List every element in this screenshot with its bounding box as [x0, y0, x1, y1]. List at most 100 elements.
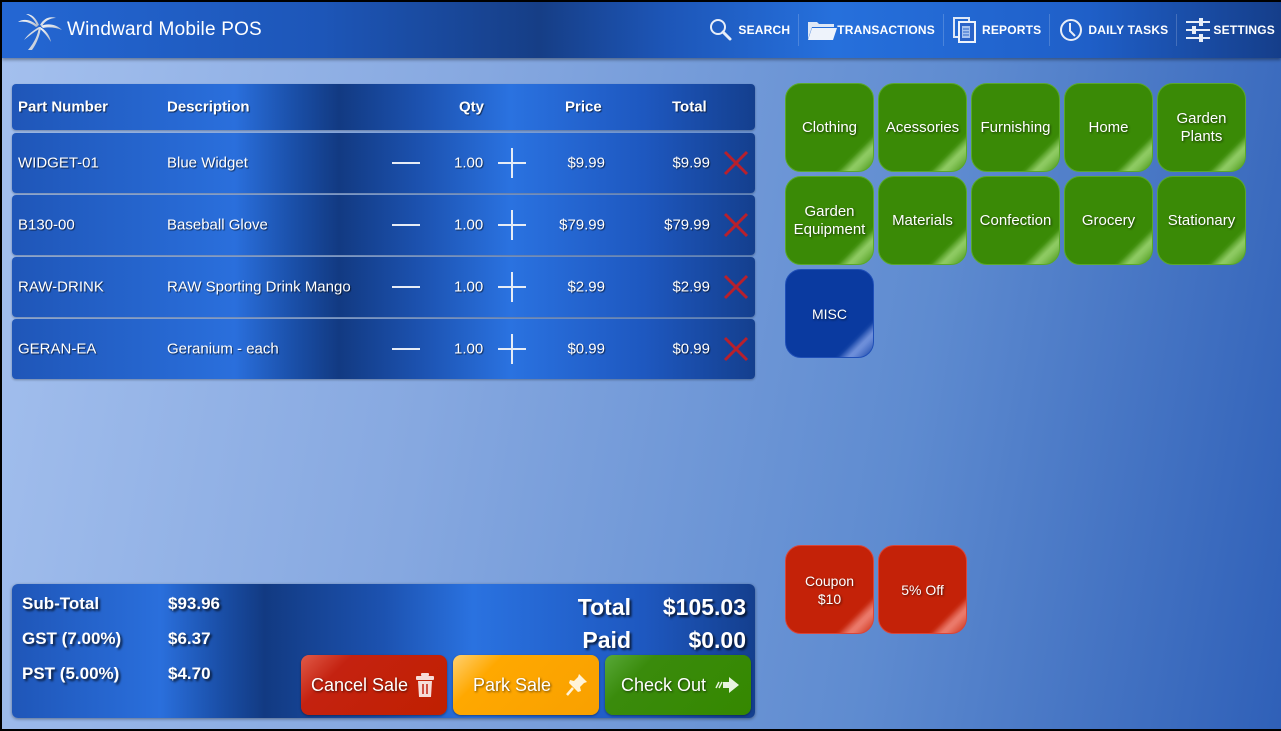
close-icon [723, 336, 749, 362]
minus-icon [392, 348, 420, 350]
quantity: 1.00 [454, 216, 484, 234]
category-home[interactable]: Home [1064, 83, 1153, 172]
nav-reports[interactable]: REPORTS [944, 12, 1049, 48]
arrow-right-icon [715, 677, 739, 693]
part-number: GERAN-EA [18, 340, 97, 358]
col-part-number: Part Number [18, 98, 109, 116]
remove-item-button[interactable] [723, 212, 749, 238]
table-row[interactable]: GERAN-EA Geranium - each 1.00 $0.99 $0.9… [12, 319, 755, 379]
nav-reports-label: REPORTS [981, 23, 1042, 37]
category-grocery[interactable]: Grocery [1064, 176, 1153, 265]
cancel-sale-label: Cancel Sale [311, 674, 409, 695]
palm-tree-icon [18, 14, 62, 50]
table-row[interactable]: RAW-DRINK RAW Sporting Drink Mango 1.00 … [12, 257, 755, 317]
description: RAW Sporting Drink Mango [167, 278, 351, 296]
total-value: $105.03 [662, 594, 746, 620]
col-description: Description [167, 98, 250, 116]
part-number: B130-00 [18, 216, 75, 234]
nav-settings[interactable]: SETTINGS [1177, 12, 1275, 48]
category-clothing[interactable]: Clothing [785, 83, 874, 172]
decrease-qty-button[interactable] [392, 277, 422, 297]
table-header: Part Number Description Qty Price Total [12, 84, 755, 130]
park-sale-label: Park Sale [473, 674, 552, 695]
sliders-icon [1185, 17, 1211, 43]
increase-qty-button[interactable] [498, 210, 528, 240]
price: $2.99 [567, 278, 605, 296]
discount-5-percent[interactable]: 5% Off [878, 545, 967, 634]
increase-qty-button[interactable] [498, 334, 528, 364]
folder-icon [807, 17, 838, 43]
decrease-qty-button[interactable] [392, 215, 422, 235]
nav-search-label: SEARCH [738, 23, 791, 37]
discount-coupon-10[interactable]: Coupon $10 [785, 545, 874, 634]
increase-qty-button[interactable] [498, 148, 528, 178]
nav-transactions-label: TRANSACTIONS [837, 23, 935, 37]
description: Baseball Glove [167, 216, 268, 234]
line-total: $79.99 [664, 216, 710, 234]
minus-icon [392, 162, 420, 164]
clock-icon [1058, 17, 1084, 43]
part-number: RAW-DRINK [18, 278, 104, 296]
price: $79.99 [559, 216, 605, 234]
price: $0.99 [567, 340, 605, 358]
line-total: $2.99 [672, 278, 710, 296]
subtotal-value: $93.96 [168, 594, 220, 613]
category-confection[interactable]: Confection [971, 176, 1060, 265]
category-garden-equipment[interactable]: Garden Equipment [785, 176, 874, 265]
increase-qty-button[interactable] [498, 272, 528, 302]
nav-transactions[interactable]: TRANSACTIONS [799, 12, 943, 48]
table-row[interactable]: B130-00 Baseball Glove 1.00 $79.99 $79.9… [12, 195, 755, 255]
paid-label: Paid [582, 627, 631, 653]
pushpin-icon [566, 674, 587, 696]
app-title: Windward Mobile POS [67, 19, 262, 40]
reports-icon [952, 17, 978, 43]
nav-search[interactable]: SEARCH [700, 12, 798, 48]
app-header: Windward Mobile POS SEARCH TRANSACTIONS [2, 2, 1281, 58]
description: Geranium - each [167, 340, 279, 358]
category-materials[interactable]: Materials [878, 176, 967, 265]
col-total: Total [672, 98, 707, 116]
decrease-qty-button[interactable] [392, 339, 422, 359]
quantity: 1.00 [454, 154, 484, 172]
check-out-button[interactable]: Check Out [605, 655, 751, 715]
trash-icon [416, 673, 434, 697]
remove-item-button[interactable] [723, 274, 749, 300]
category-furnishing[interactable]: Furnishing [971, 83, 1060, 172]
search-icon [708, 17, 734, 43]
col-price: Price [565, 98, 602, 116]
nav-settings-label: SETTINGS [1213, 23, 1275, 37]
pos-app: Windward Mobile POS SEARCH TRANSACTIONS [2, 2, 1281, 729]
gst-label: GST (7.00%) [22, 629, 122, 648]
close-icon [723, 150, 749, 176]
quantity: 1.00 [454, 278, 484, 296]
line-total: $0.99 [672, 340, 710, 358]
description: Blue Widget [167, 154, 248, 172]
close-icon [723, 274, 749, 300]
table-row[interactable]: WIDGET-01 Blue Widget 1.00 $9.99 $9.99 [12, 133, 755, 193]
decrease-qty-button[interactable] [392, 153, 422, 173]
remove-item-button[interactable] [723, 150, 749, 176]
check-out-label: Check Out [621, 674, 707, 695]
total-label: Total [577, 594, 631, 620]
remove-item-button[interactable] [723, 336, 749, 362]
category-stationary[interactable]: Stationary [1157, 176, 1246, 265]
minus-icon [392, 224, 420, 226]
category-misc[interactable]: MISC [785, 269, 874, 358]
nav-daily-tasks[interactable]: DAILY TASKS [1050, 12, 1176, 48]
nav-daily-tasks-label: DAILY TASKS [1088, 23, 1169, 37]
pst-value: $4.70 [168, 664, 211, 683]
part-number: WIDGET-01 [18, 154, 99, 172]
park-sale-button[interactable]: Park Sale [453, 655, 599, 715]
price: $9.99 [567, 154, 605, 172]
pst-label: PST (5.00%) [22, 664, 120, 683]
gst-value: $6.37 [168, 629, 211, 648]
sale-summary: Sub-Total $93.96 GST (7.00%) $6.37 PST (… [12, 584, 755, 718]
category-accessories[interactable]: Acessories [878, 83, 967, 172]
line-total: $9.99 [672, 154, 710, 172]
paid-value: $0.00 [688, 627, 746, 653]
cancel-sale-button[interactable]: Cancel Sale [301, 655, 447, 715]
subtotal-label: Sub-Total [22, 594, 100, 613]
category-garden-plants[interactable]: Garden Plants [1157, 83, 1246, 172]
top-nav: SEARCH TRANSACTIONS REPORTS DAILY TASKS … [700, 12, 1275, 48]
quantity: 1.00 [454, 340, 484, 358]
